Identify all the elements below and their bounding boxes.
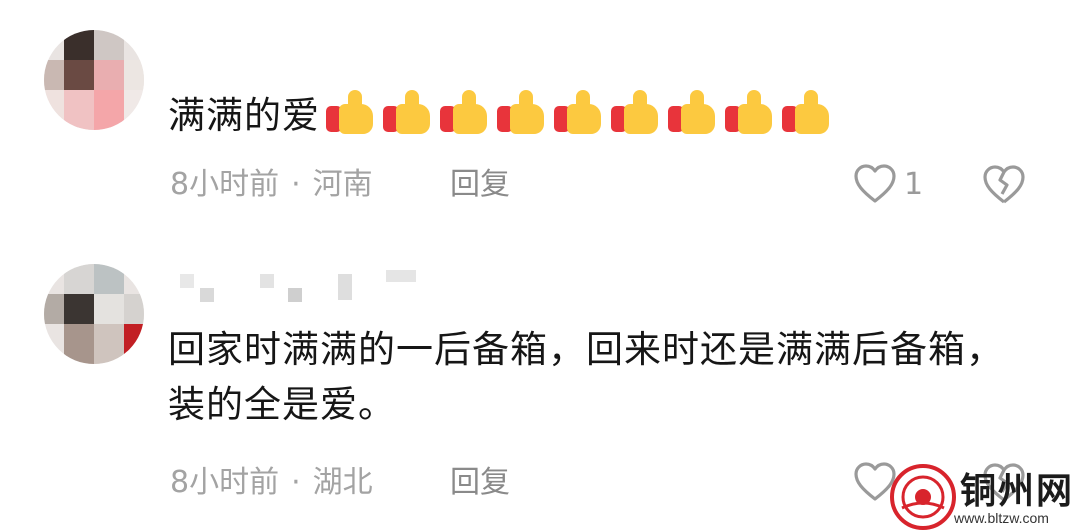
broken-heart-icon (983, 165, 1025, 204)
thumbs-up-emoji-icon (381, 88, 438, 134)
comment-location: 河南 (312, 167, 373, 202)
like-count: 1 (904, 166, 924, 202)
watermark-title: 铜州网 (960, 470, 1075, 512)
comment-text: 回家时满满的一后备箱，回来时还是满满后备箱，装的全是爱。 (168, 328, 1004, 426)
meta-separator: · (291, 167, 301, 202)
thumbs-up-emoji-icon (609, 88, 666, 134)
like-button[interactable]: 1 (852, 163, 923, 205)
thumbs-up-emoji-icon (324, 88, 381, 134)
comment-item: 满满的爱 8小时前 · 河南 回复 1 (0, 0, 1080, 230)
thumbs-up-emoji-icon (723, 88, 780, 134)
avatar[interactable] (44, 264, 144, 364)
heart-outline-icon (854, 164, 896, 203)
watermark: 铜州网 www.bltzw.com (890, 460, 1080, 530)
comment-text: 满满的爱 (168, 88, 837, 149)
thumbs-up-emoji-icon (666, 88, 723, 134)
meta-separator: · (291, 465, 301, 500)
thumbs-up-emoji-icon (438, 88, 495, 134)
comment-time: 8小时前 (170, 167, 280, 202)
username-blurred[interactable] (170, 270, 430, 310)
thumbs-up-emoji-icon (552, 88, 609, 134)
avatar[interactable] (44, 30, 144, 130)
reply-button[interactable]: 回复 (450, 463, 510, 503)
thumbs-up-emoji-group (324, 88, 837, 149)
watermark-url: www.bltzw.com (954, 510, 1049, 526)
comment-time: 8小时前 (170, 465, 280, 500)
comment-text-content: 满满的爱 (168, 94, 320, 137)
watermark-logo-icon (890, 464, 956, 530)
comment-meta: 8小时前 · 湖北 回复 (170, 463, 510, 503)
comment-location: 湖北 (312, 465, 373, 500)
dislike-button[interactable] (982, 164, 1026, 210)
thumbs-up-emoji-icon (495, 88, 552, 134)
reply-button[interactable]: 回复 (450, 165, 510, 205)
comment-meta: 8小时前 · 河南 回复 (170, 165, 510, 205)
thumbs-up-emoji-icon (780, 88, 837, 134)
